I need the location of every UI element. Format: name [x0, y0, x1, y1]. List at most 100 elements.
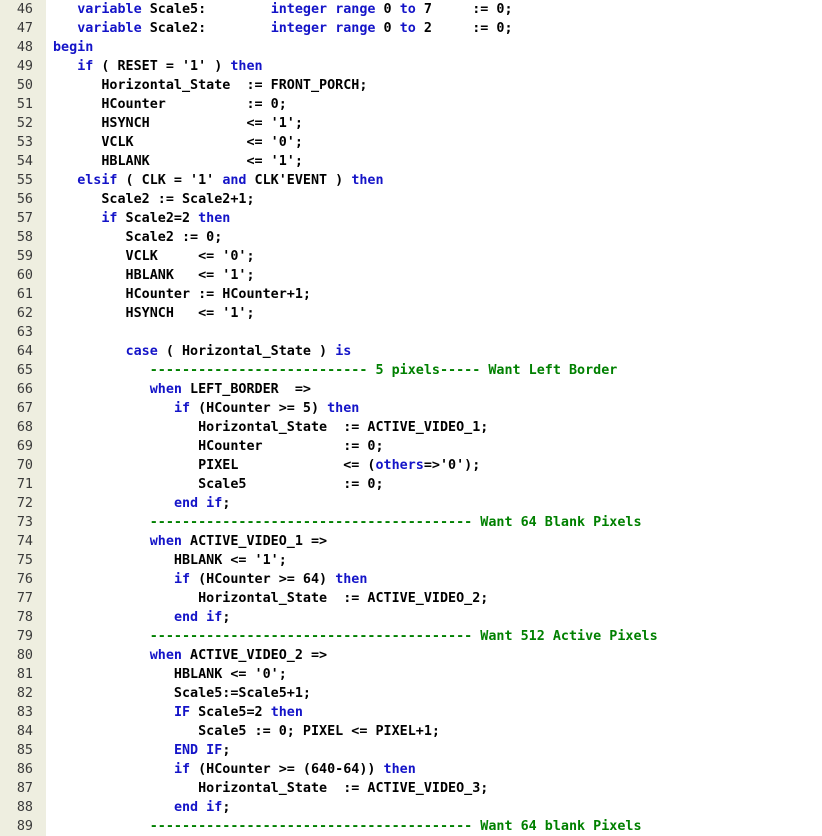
keyword-token: to [399, 21, 416, 36]
code-text[interactable]: if Scale2=2 then [53, 209, 230, 228]
line-number: 64 [16, 344, 33, 359]
code-text[interactable]: end if; [53, 798, 230, 817]
keyword-token: elsif [77, 173, 118, 188]
code-text[interactable]: Horizontal_State := ACTIVE_VIDEO_2; [53, 589, 488, 608]
line-number: 58 [16, 230, 33, 245]
code-text[interactable]: HCounter := HCounter+1; [53, 285, 311, 304]
code-text[interactable]: ----------------------------------------… [53, 513, 642, 532]
code-text[interactable]: ----------------------------------------… [53, 627, 658, 646]
code-token: Scale2: [141, 21, 271, 36]
code-text[interactable]: Horizontal_State := ACTIVE_VIDEO_1; [53, 418, 488, 437]
code-token: (HCounter >= 64) [190, 572, 336, 587]
line-number: 89 [16, 819, 33, 834]
code-text[interactable]: Horizontal_State := ACTIVE_VIDEO_3; [53, 779, 488, 798]
code-text[interactable]: IF Scale5=2 then [53, 703, 303, 722]
code-text[interactable]: if (HCounter >= (640-64)) then [53, 760, 416, 779]
line-number: 87 [16, 781, 33, 796]
code-text[interactable]: HSYNCH <= '1'; [53, 114, 303, 133]
code-text[interactable]: case ( Horizontal_State ) is [53, 342, 352, 361]
line-number: 86 [16, 762, 33, 777]
code-token: Scale2=2 [117, 211, 199, 226]
code-token: HSYNCH <= '1'; [53, 116, 303, 131]
code-token: =>'0'); [423, 458, 481, 473]
code-token: HCounter := 0; [53, 97, 287, 112]
code-text[interactable]: HBLANK <= '1'; [53, 152, 303, 171]
code-text[interactable]: Horizontal_State := FRONT_PORCH; [53, 76, 367, 95]
code-text[interactable]: VCLK <= '0'; [53, 247, 255, 266]
line-number: 88 [16, 800, 33, 815]
code-text[interactable]: variable Scale5: integer range 0 to 7 :=… [53, 0, 512, 19]
code-token: 2 := 0; [415, 21, 513, 36]
code-text[interactable]: if (HCounter >= 5) then [53, 399, 359, 418]
code-text[interactable]: begin [53, 38, 93, 57]
code-text[interactable]: HBLANK <= '0'; [53, 665, 287, 684]
keyword-token: if [101, 211, 118, 226]
code-token: ; [222, 496, 231, 511]
line-number: 46 [16, 2, 33, 17]
code-text[interactable]: --------------------------- 5 pixels----… [53, 361, 618, 380]
line-number: 65 [16, 363, 33, 378]
code-text[interactable]: Scale2 := 0; [53, 228, 223, 247]
line-number: 70 [16, 458, 33, 473]
code-text[interactable]: when ACTIVE_VIDEO_1 => [53, 532, 327, 551]
code-text[interactable]: VCLK <= '0'; [53, 133, 303, 152]
code-text[interactable]: end if; [53, 494, 230, 513]
code-text[interactable]: END IF; [53, 741, 230, 760]
keyword-token: to [399, 2, 416, 17]
code-text[interactable]: Scale5 := 0; [53, 475, 383, 494]
code-text[interactable]: when LEFT_BORDER => [53, 380, 311, 399]
code-text[interactable]: variable Scale2: integer range 0 to 2 :=… [53, 19, 513, 38]
code-text[interactable]: HSYNCH <= '1'; [53, 304, 255, 323]
keyword-token: then [270, 705, 303, 720]
code-token: ( RESET = '1' ) [93, 59, 231, 74]
code-editor[interactable]: 46 variable Scale5: integer range 0 to 7… [0, 0, 822, 836]
code-text[interactable]: PIXEL <= (others=>'0'); [53, 456, 480, 475]
line-number: 72 [16, 496, 33, 511]
code-text[interactable]: when ACTIVE_VIDEO_2 => [53, 646, 327, 665]
line-number: 60 [16, 268, 33, 283]
keyword-token: variable [77, 2, 142, 17]
code-text[interactable]: Scale2 := Scale2+1; [53, 190, 254, 209]
line-number: 62 [16, 306, 33, 321]
code-token: Scale5=2 [190, 705, 271, 720]
code-text[interactable]: HBLANK <= '1'; [53, 551, 287, 570]
code-token: Horizontal_State := ACTIVE_VIDEO_3; [53, 781, 489, 796]
line-number: 74 [16, 534, 33, 549]
code-text[interactable]: end if; [53, 608, 230, 627]
line-number: 85 [16, 743, 33, 758]
comment-token: --------------------------- 5 pixels----… [149, 363, 618, 378]
keyword-token: end if [173, 496, 223, 511]
keyword-token: then [335, 572, 368, 587]
code-token: Scale2 := 0; [53, 230, 223, 245]
code-text[interactable]: Scale5 := 0; PIXEL <= PIXEL+1; [53, 722, 440, 741]
line-number: 47 [16, 21, 33, 36]
code-text[interactable]: if (HCounter >= 64) then [53, 570, 368, 589]
keyword-token: then [230, 59, 263, 74]
line-number: 67 [16, 401, 33, 416]
code-text[interactable]: HBLANK <= '1'; [53, 266, 255, 285]
code-text[interactable]: elsif ( CLK = '1' and CLK'EVENT ) then [53, 171, 383, 190]
code-text[interactable]: if ( RESET = '1' ) then [53, 57, 263, 76]
line-number: 54 [16, 154, 33, 169]
line-number: 68 [16, 420, 33, 435]
code-token: ACTIVE_VIDEO_1 => [182, 534, 328, 549]
code-token: ; [222, 743, 231, 758]
code-text[interactable]: HCounter := 0; [53, 437, 383, 456]
keyword-token: variable [77, 21, 142, 36]
keyword-token: END IF [173, 743, 223, 758]
code-token: Horizontal_State := ACTIVE_VIDEO_1; [53, 420, 489, 435]
code-text[interactable]: Scale5:=Scale5+1; [53, 684, 311, 703]
keyword-token: if [77, 59, 94, 74]
code-text[interactable]: HCounter := 0; [53, 95, 287, 114]
code-text[interactable]: ----------------------------------------… [53, 817, 642, 836]
